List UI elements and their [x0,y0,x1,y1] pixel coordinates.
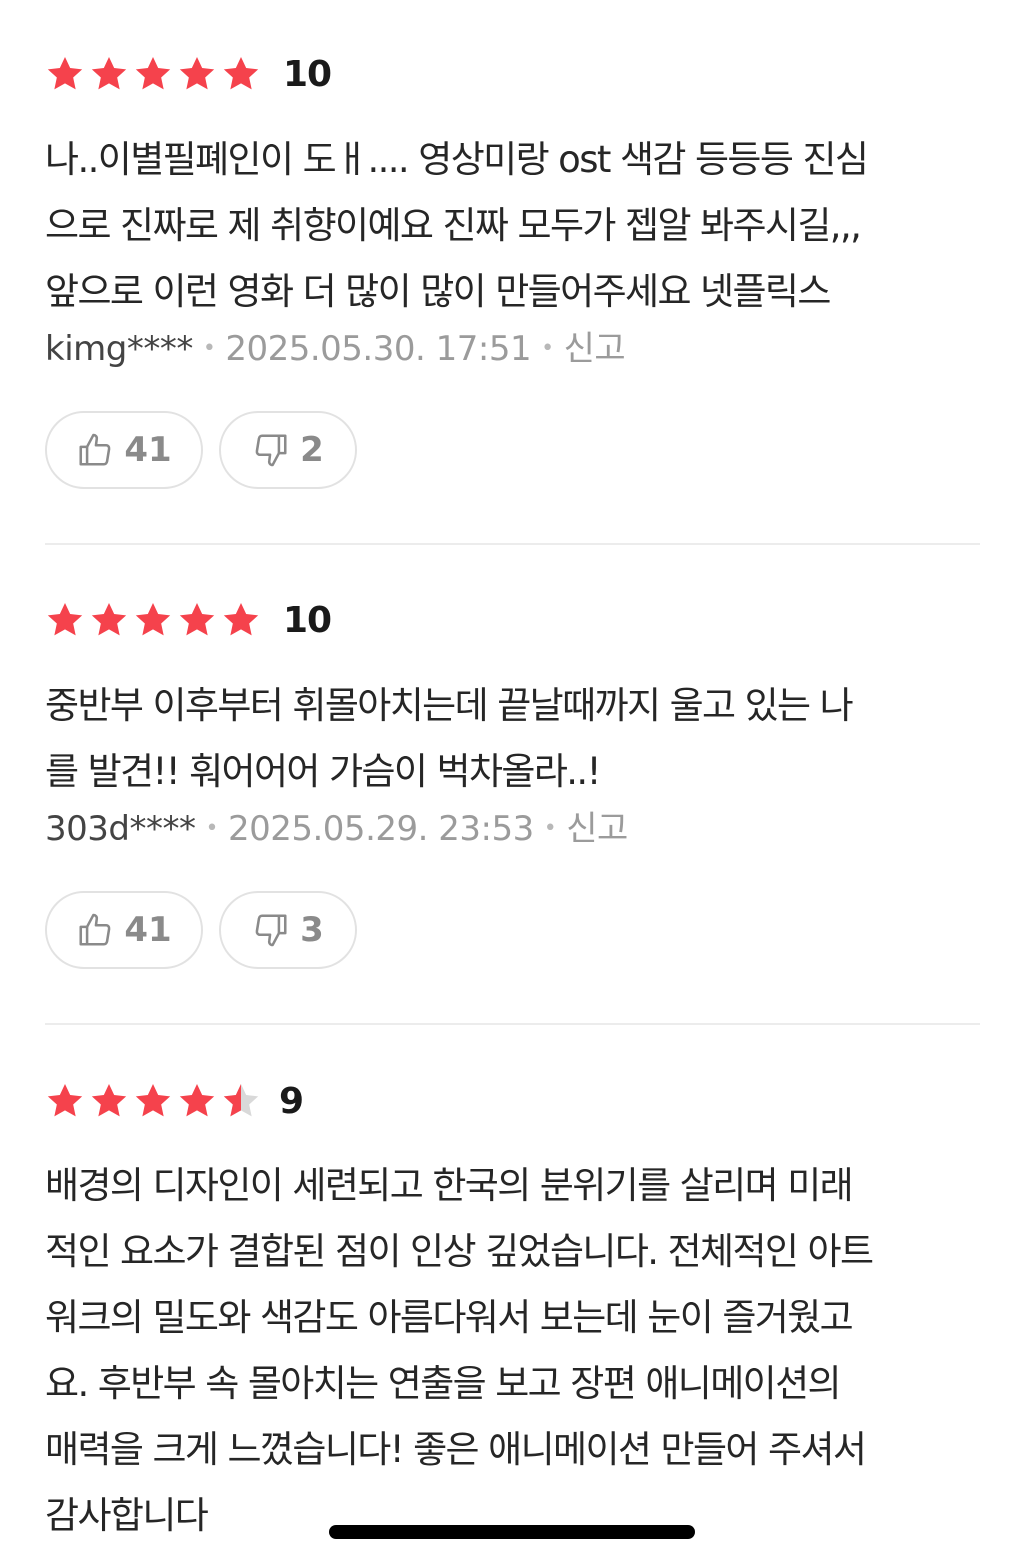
dislike-button[interactable]: 3 [219,891,357,969]
star-icon [89,600,129,640]
review-card: 9 배경의 디자인이 세련되고 한국의 분위기를 살리며 미래 적인 요소가 결… [45,1079,980,1549]
like-count: 41 [124,910,172,950]
like-button[interactable]: 41 [45,411,203,489]
star-rating [45,54,261,94]
author-name: kimg**** [45,329,193,369]
half-star-icon [221,1081,261,1121]
thumbs-up-icon [79,433,111,466]
star-icon [45,1081,85,1121]
star-icon [89,54,129,94]
rating-row: 10 [45,52,980,96]
dislike-button[interactable]: 2 [219,411,357,489]
rating-score: 9 [279,1080,304,1122]
home-indicator[interactable] [329,1525,695,1539]
review-meta: 303d**** • 2025.05.29. 23:53 • 신고 [45,807,980,851]
review-date: 2025.05.29. 23:53 [227,809,534,849]
dislike-count: 3 [300,910,324,950]
review-date: 2025.05.30. 17:51 [225,329,532,369]
star-icon [45,54,85,94]
separator-dot: • [202,336,216,361]
star-icon [89,1081,129,1121]
dislike-count: 2 [300,430,324,470]
report-link[interactable]: 신고 [566,807,628,851]
rating-score: 10 [283,53,332,95]
thumbs-up-icon [79,913,111,946]
star-icon [133,54,173,94]
star-icon [133,600,173,640]
star-icon [177,54,217,94]
thumbs-down-icon [255,434,287,467]
thumbs-down-icon [255,914,287,947]
author-name: 303d**** [45,809,196,849]
report-link[interactable]: 신고 [564,327,626,371]
star-rating [45,1081,261,1121]
star-icon [45,600,85,640]
rating-row: 9 [45,1079,980,1123]
vote-buttons: 41 3 [45,891,980,969]
star-icon [133,1081,173,1121]
star-icon [221,54,261,94]
separator-dot: • [543,816,557,841]
vote-buttons: 41 2 [45,411,980,489]
star-rating [45,600,261,640]
star-icon [177,1081,217,1121]
separator-dot: • [205,816,218,841]
rating-score: 10 [283,599,332,641]
star-icon [221,600,261,640]
like-button[interactable]: 41 [45,891,203,969]
review-text: 나..이별필폐인이 도ㅐ.... 영상미랑 ost 색감 등등등 진심 으로 진… [45,138,869,313]
review-text: 중반부 이후부터 휘몰아치는데 끝날때까지 울고 있는 나 를 발견!! 훠어어… [45,684,854,793]
review-text: 배경의 디자인이 세련되고 한국의 분위기를 살리며 미래 적인 요소가 결합된… [45,1164,874,1537]
rating-row: 10 [45,598,980,642]
star-icon [177,600,217,640]
separator-dot: • [541,336,554,361]
review-card: 10 나..이별필폐인이 도ㅐ.... 영상미랑 ost 색감 등등등 진심 으… [45,52,980,489]
review-meta: kimg**** • 2025.05.30. 17:51 • 신고 [45,327,980,371]
review-card: 10 중반부 이후부터 휘몰아치는데 끝날때까지 울고 있는 나 를 발견!! … [45,598,980,969]
divider [45,1023,980,1025]
divider [45,543,980,545]
like-count: 41 [124,430,172,470]
